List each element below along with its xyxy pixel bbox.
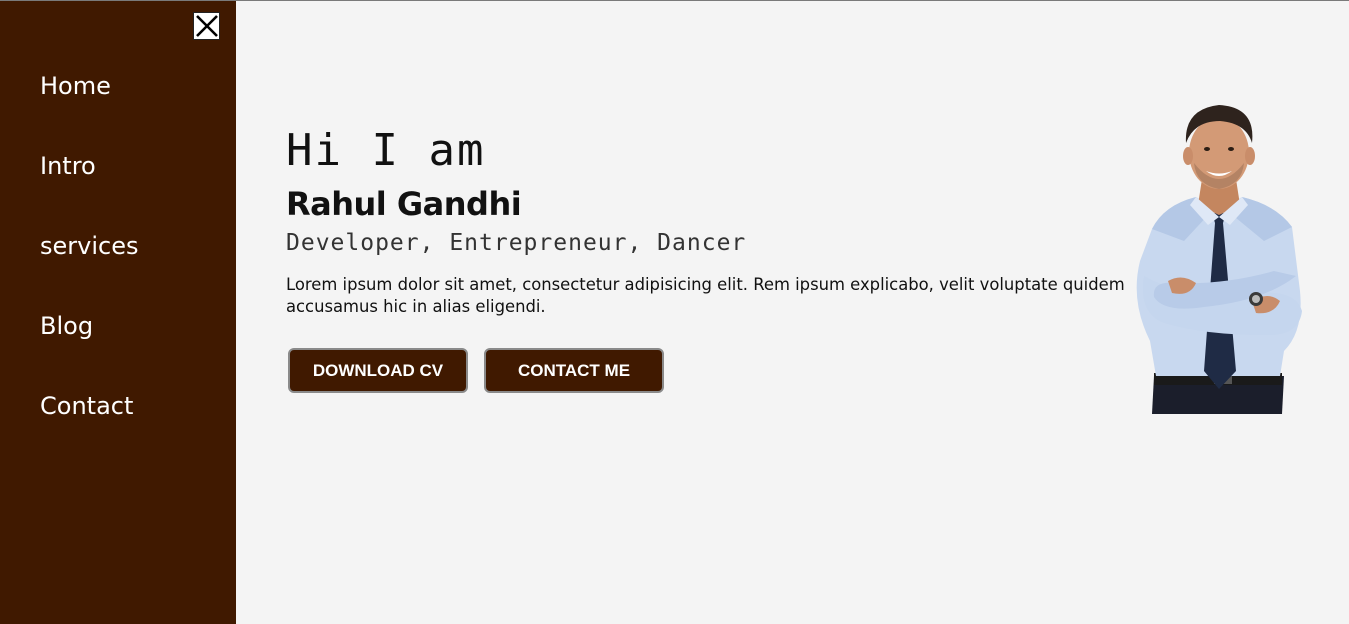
- roles-text: Developer, Entrepreneur, Dancer: [286, 230, 747, 256]
- contact-me-button[interactable]: CONTACT ME: [484, 348, 664, 393]
- sidebar-item-intro[interactable]: Intro: [40, 149, 138, 229]
- main-content: Hi I am Rahul Gandhi Developer, Entrepre…: [236, 1, 1349, 624]
- sidebar-item-contact[interactable]: Contact: [40, 389, 138, 469]
- intro-description: Lorem ipsum dolor sit amet, consectetur …: [286, 275, 1125, 316]
- sidebar-nav: Home Intro services Blog Contact: [40, 69, 138, 469]
- sidebar-item-services[interactable]: services: [40, 229, 138, 309]
- sidebar-item-home[interactable]: Home: [40, 69, 138, 149]
- profile-photo: [1136, 105, 1302, 414]
- person-name: Rahul Gandhi: [286, 185, 522, 223]
- sidebar: Home Intro services Blog Contact: [0, 1, 236, 624]
- close-sidebar-button[interactable]: [193, 12, 220, 40]
- greeting-heading: Hi I am: [286, 125, 486, 176]
- download-cv-button[interactable]: DOWNLOAD CV: [288, 348, 468, 393]
- close-x-icon: [195, 15, 218, 37]
- sidebar-item-blog[interactable]: Blog: [40, 309, 138, 389]
